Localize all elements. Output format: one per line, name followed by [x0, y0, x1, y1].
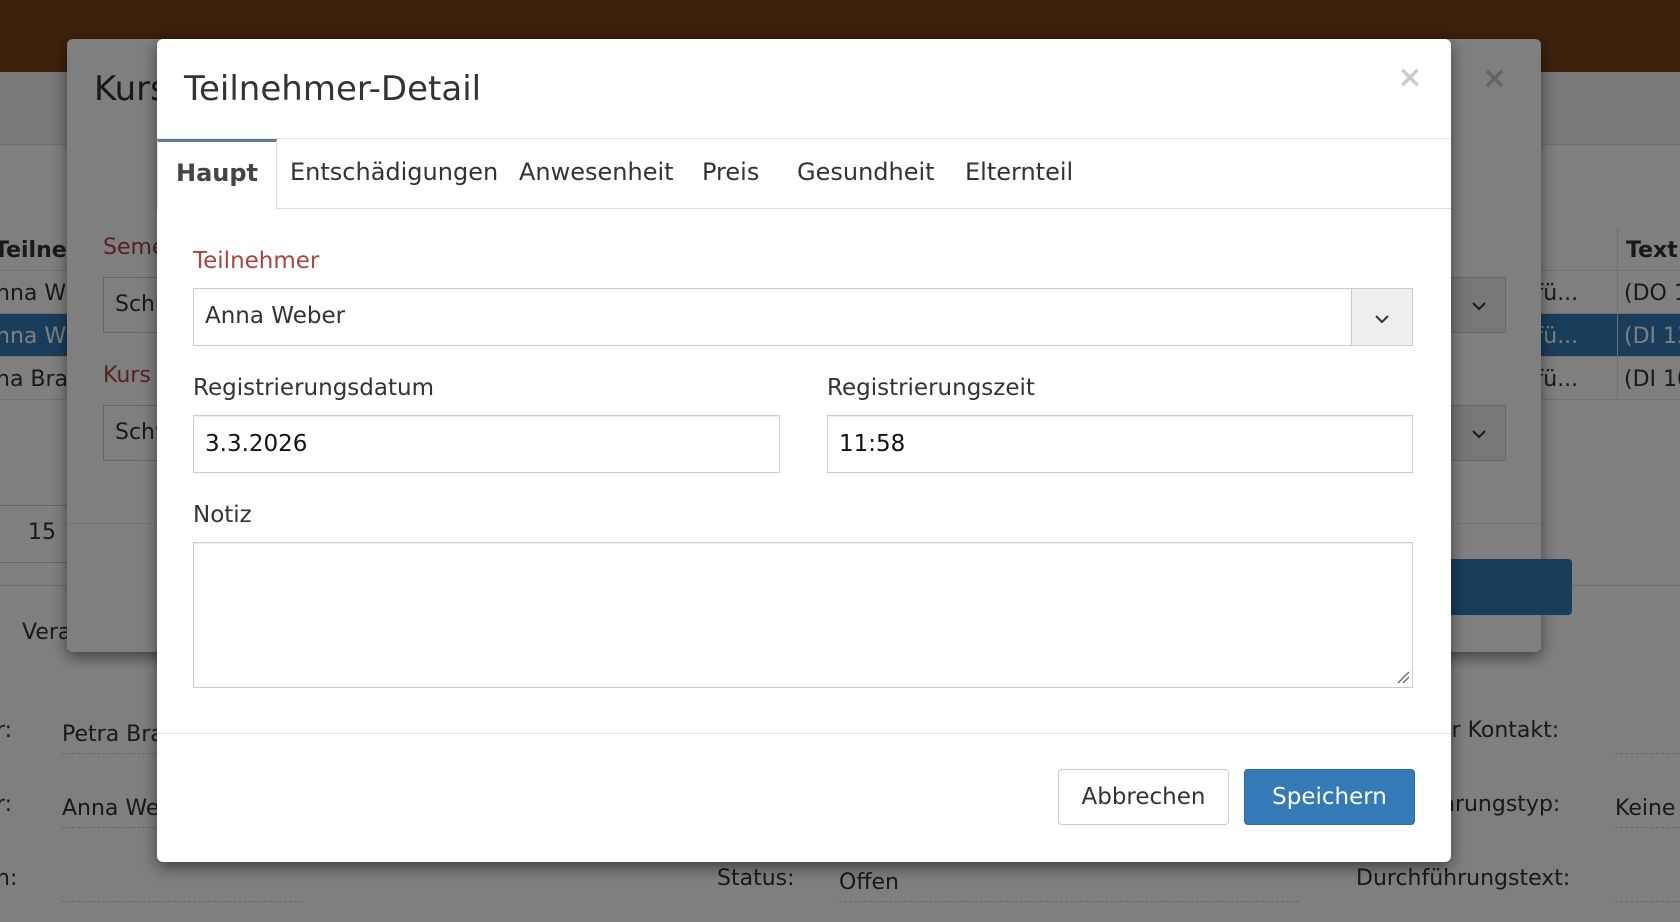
save-button[interactable]: Speichern: [1244, 769, 1415, 825]
cancel-button[interactable]: Abbrechen: [1058, 769, 1229, 825]
tab-preis[interactable]: Preis: [702, 139, 759, 209]
tab-elternteil[interactable]: Elternteil: [965, 139, 1073, 209]
tab-anwesenheit[interactable]: Anwesenheit: [519, 139, 674, 209]
chevron-down-icon: [1375, 315, 1389, 324]
tab-gesundheit[interactable]: Gesundheit: [797, 139, 935, 209]
resize-handle-icon[interactable]: [1394, 668, 1410, 684]
close-icon[interactable]: ×: [1395, 63, 1425, 93]
participant-detail-modal: Teilnehmer-Detail × Haupt Entschädigunge…: [157, 39, 1451, 862]
participant-select[interactable]: Anna Weber: [193, 288, 1413, 346]
tab-entschaedigungen[interactable]: Entschädigungen: [290, 139, 498, 209]
tab-haupt[interactable]: Haupt: [157, 139, 278, 210]
modal-title: Teilnehmer-Detail: [184, 69, 482, 109]
registration-time-label: Registrierungszeit: [827, 375, 1035, 401]
registration-time-input[interactable]: [827, 415, 1413, 473]
participant-label: Teilnehmer: [193, 248, 320, 274]
modal-header: Teilnehmer-Detail ×: [157, 39, 1451, 139]
registration-date-input[interactable]: [193, 415, 780, 473]
modal-tabs: Haupt Entschädigungen Anwesenheit Preis …: [157, 139, 1451, 210]
note-textarea[interactable]: [193, 542, 1413, 688]
participant-select-value: Anna Weber: [205, 303, 346, 329]
participant-select-toggle[interactable]: [1351, 289, 1412, 345]
note-label: Notiz: [193, 502, 252, 528]
registration-date-label: Registrierungsdatum: [193, 375, 434, 401]
